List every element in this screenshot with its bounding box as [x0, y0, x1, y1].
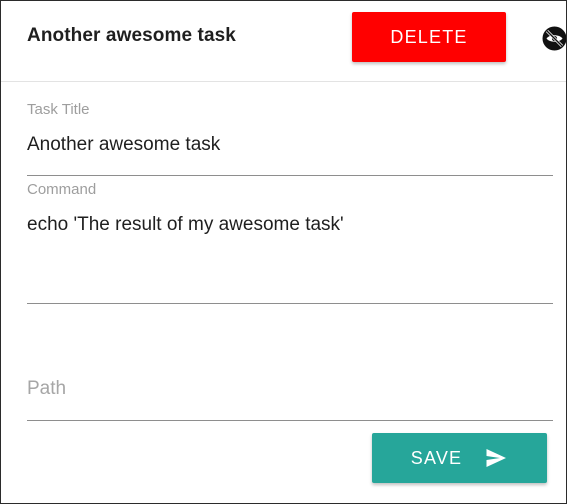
command-underline [27, 303, 553, 304]
task-header: Another awesome task DELETE [1, 1, 566, 82]
visibility-off-icon[interactable] [541, 25, 567, 52]
task-title-underline [27, 175, 553, 176]
command-input[interactable]: echo 'The result of my awesome task' [27, 214, 344, 236]
delete-button[interactable]: DELETE [352, 12, 506, 62]
task-header-title: Another awesome task [27, 25, 236, 46]
command-field[interactable]: Command echo 'The result of my awesome t… [27, 181, 553, 305]
save-button[interactable]: SAVE [372, 433, 547, 483]
task-editor-panel: Another awesome task DELETE Task Title A… [0, 0, 567, 504]
task-title-label: Task Title [27, 101, 90, 118]
path-underline [27, 420, 553, 421]
save-button-label: SAVE [410, 447, 463, 468]
path-input[interactable]: Path [27, 378, 66, 400]
path-field[interactable]: Path [27, 371, 553, 423]
task-title-field[interactable]: Task Title Another awesome task [27, 101, 553, 177]
task-title-input[interactable]: Another awesome task [27, 134, 220, 156]
command-label: Command [27, 181, 97, 198]
send-icon [486, 449, 507, 467]
